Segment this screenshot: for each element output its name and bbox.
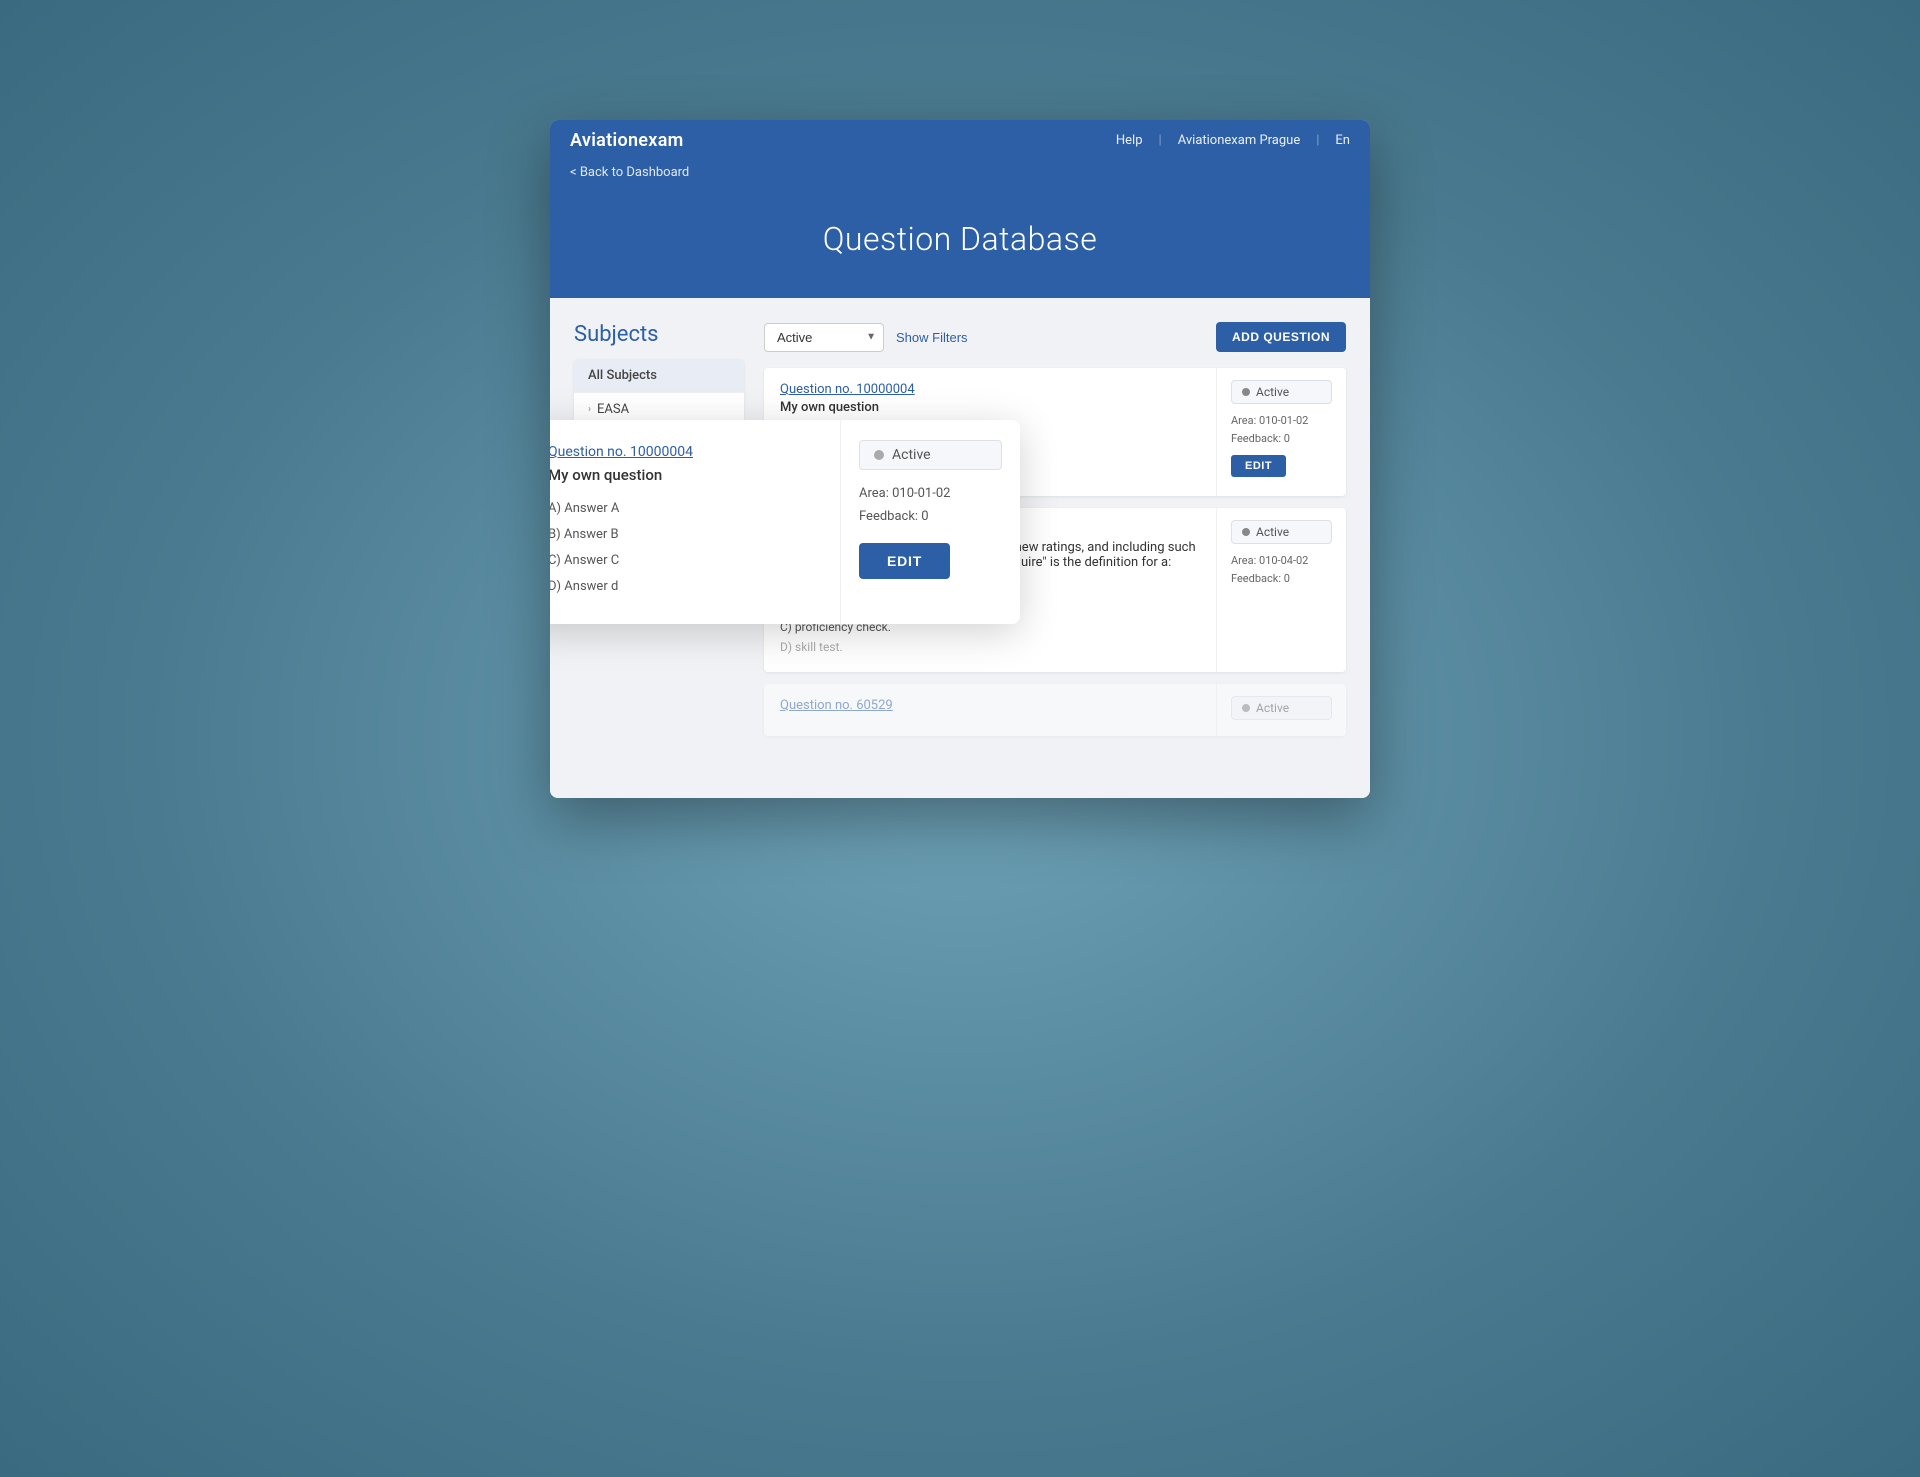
status-dot-1	[1242, 388, 1250, 396]
filter-select-wrap: Active Inactive All ▼	[764, 323, 884, 352]
status-badge-3: Active	[1231, 696, 1332, 720]
nav-divider2: |	[1316, 133, 1319, 148]
meta-area-1: Area: 010-01-02Feedback: 0	[1231, 412, 1332, 447]
floating-status-label: Active	[892, 447, 931, 463]
floating-card-link[interactable]: Question no. 10000004	[550, 444, 812, 460]
page-title: Question Database	[570, 220, 1350, 258]
page-title-area: Question Database	[550, 190, 1370, 298]
arrow-icon: ›	[588, 404, 591, 415]
floating-card-title: My own question	[550, 466, 812, 484]
app-window: Aviationexam Help | Aviationexam Prague …	[550, 120, 1370, 798]
status-label-1: Active	[1256, 385, 1289, 399]
nav-right: Help | Aviationexam Prague | En	[1116, 133, 1350, 148]
edit-button-1[interactable]: EDIT	[1231, 455, 1286, 477]
add-question-button[interactable]: ADD QUESTION	[1216, 322, 1346, 352]
status-badge-2: Active	[1231, 520, 1332, 544]
sidebar-item-all-subjects[interactable]: All Subjects	[574, 359, 744, 393]
status-label-3: Active	[1256, 701, 1289, 715]
question-meta-1: Active Area: 010-01-02Feedback: 0 EDIT	[1216, 368, 1346, 496]
lang-link[interactable]: En	[1335, 133, 1350, 148]
answer-d: D) skill test.	[780, 640, 843, 654]
question-link-3[interactable]: Question no. 60529	[780, 698, 1200, 713]
floating-status-badge: Active	[859, 440, 1002, 470]
status-label-2: Active	[1256, 525, 1289, 539]
app-logo: Aviationexam	[570, 130, 684, 151]
floating-card: Question no. 10000004 My own question A)…	[550, 420, 1020, 624]
sidebar-title: Subjects	[574, 322, 744, 347]
meta-area-2: Area: 010-04-02Feedback: 0	[1231, 552, 1332, 587]
floating-card-body: Question no. 10000004 My own question A)…	[550, 420, 840, 624]
status-badge-1: Active	[1231, 380, 1332, 404]
org-link[interactable]: Aviationexam Prague	[1178, 133, 1301, 148]
status-dot-2	[1242, 528, 1250, 536]
question-meta-3: Active	[1216, 684, 1346, 736]
help-link[interactable]: Help	[1116, 133, 1143, 148]
show-filters-button[interactable]: Show Filters	[896, 330, 968, 345]
nav-divider: |	[1159, 133, 1162, 148]
floating-edit-button[interactable]: EDIT	[859, 543, 950, 579]
question-meta-2: Active Area: 010-04-02Feedback: 0	[1216, 508, 1346, 672]
filter-select[interactable]: Active Inactive All	[764, 323, 884, 352]
back-link[interactable]: < Back to Dashboard	[550, 161, 1370, 190]
toolbar: Active Inactive All ▼ Show Filters ADD Q…	[764, 322, 1346, 352]
floating-meta-area: Area: 010-01-02 Feedback: 0	[859, 482, 1002, 529]
app-header: Aviationexam Help | Aviationexam Prague …	[550, 120, 1370, 161]
floating-card-meta: Active Area: 010-01-02 Feedback: 0 EDIT	[840, 420, 1020, 624]
floating-card-answers: A) Answer A B) Answer B C) Answer C D) A…	[550, 496, 812, 600]
question-body-3: Question no. 60529	[764, 684, 1216, 736]
floating-status-dot	[874, 450, 884, 460]
question-card-3: Question no. 60529 Active	[764, 684, 1346, 736]
status-dot-3	[1242, 704, 1250, 712]
question-link-1[interactable]: Question no. 10000004	[780, 382, 1200, 397]
question-title-1: My own question	[780, 400, 1200, 415]
